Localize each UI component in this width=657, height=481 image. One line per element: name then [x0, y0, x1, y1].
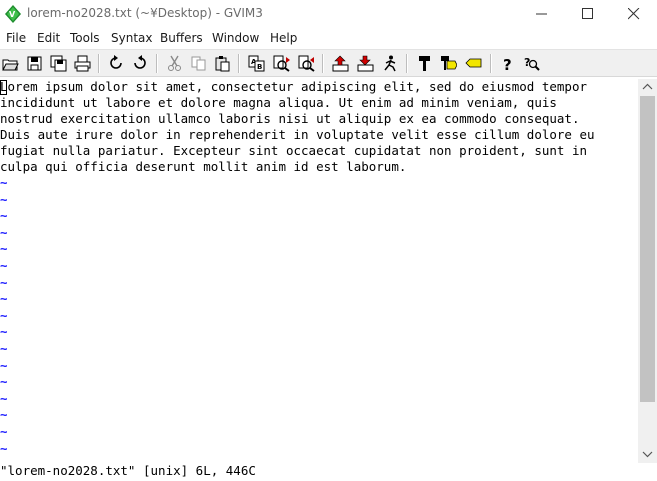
empty-line-marker: ~ — [0, 208, 8, 224]
redo-icon — [134, 55, 146, 69]
minimize-button[interactable] — [519, 0, 565, 28]
menu-bar: File Edit Tools Syntax Buffers Window He… — [0, 28, 657, 49]
empty-line-marker: ~ — [0, 258, 8, 273]
jump-tag-button[interactable] — [463, 53, 484, 74]
run-script-button[interactable] — [380, 53, 401, 74]
copy-icon — [191, 56, 206, 71]
toolbar: A B ? ? — [0, 49, 657, 77]
empty-line-marker: ~ — [0, 274, 8, 290]
svg-text:V: V — [9, 10, 16, 19]
window-title: lorem-no2028.txt (~¥Desktop) - GVIM3 — [27, 6, 263, 20]
jump-tag-icon — [465, 58, 482, 68]
empty-line-marker: ~ — [0, 241, 8, 257]
paste-icon — [215, 56, 230, 72]
empty-line-marker: ~ — [0, 191, 8, 207]
empty-line-marker: ~ — [0, 440, 8, 456]
text-line: Duis aute irure dolor in reprehenderit i… — [0, 127, 595, 142]
run-script-icon — [384, 55, 396, 72]
find-help-button[interactable]: ? — [521, 53, 542, 74]
paste-button[interactable] — [212, 53, 233, 74]
menu-help[interactable]: Help — [270, 31, 297, 45]
save-icon — [27, 56, 42, 71]
empty-line-marker: ~ — [0, 291, 8, 307]
empty-line-marker: ~ — [0, 224, 8, 240]
maximize-button[interactable] — [565, 0, 611, 28]
make-icon — [419, 56, 430, 71]
title-bar: V lorem-no2028.txt (~¥Desktop) - GVIM3 — [0, 0, 657, 28]
find-help-icon: ? — [524, 56, 540, 71]
build-tags-icon — [441, 56, 457, 70]
chevron-up-icon — [642, 83, 653, 90]
gvim-app-icon[interactable]: V — [5, 5, 21, 23]
editor-text-area[interactable]: Lorem ipsum dolor sit amet, consectetur … — [0, 79, 638, 462]
find-next-icon — [273, 55, 290, 72]
scroll-down-button[interactable] — [638, 446, 657, 463]
cut-icon — [168, 55, 181, 71]
scroll-thumb[interactable] — [640, 96, 655, 402]
menu-tools[interactable]: Tools — [70, 31, 100, 45]
chevron-down-icon — [642, 451, 653, 458]
make-button[interactable] — [414, 53, 435, 74]
empty-line-marker: ~ — [0, 357, 8, 373]
status-message: "lorem-no2028.txt" [unix] 6L, 446C — [0, 463, 256, 478]
replace-icon: A B — [248, 55, 265, 72]
undo-icon — [110, 55, 122, 69]
help-icon: ? — [503, 56, 512, 72]
svg-text:B: B — [257, 63, 262, 71]
menu-edit[interactable]: Edit — [37, 31, 60, 45]
menu-buffers[interactable]: Buffers — [160, 31, 203, 45]
find-prev-icon — [298, 55, 315, 72]
text-line: Lorem ipsum dolor sit amet, consectetur … — [0, 79, 587, 94]
empty-line-marker: ~ — [0, 175, 8, 190]
empty-line-marker: ~ — [0, 424, 8, 439]
text-line: incididunt ut labore et dolore magna ali… — [0, 95, 557, 110]
menu-file[interactable]: File — [6, 31, 26, 45]
undo-button[interactable] — [106, 53, 127, 74]
scroll-up-button[interactable] — [638, 79, 657, 96]
command-line[interactable]: "lorem-no2028.txt" [unix] 6L, 446C — [0, 463, 657, 481]
text-line: culpa qui officia deserunt mollit anim i… — [0, 159, 407, 174]
menu-window[interactable]: Window — [212, 31, 259, 45]
empty-line-marker: ~ — [0, 307, 8, 323]
find-prev-button[interactable] — [296, 53, 317, 74]
text-line: nostrud exercitation ullamco laboris nis… — [0, 111, 580, 126]
open-icon — [2, 59, 19, 71]
close-button[interactable] — [611, 0, 657, 28]
load-session-button[interactable] — [330, 53, 351, 74]
save-all-icon — [50, 55, 67, 72]
empty-line-marker: ~ — [0, 407, 8, 423]
empty-line-marker: ~ — [0, 374, 8, 390]
vertical-scrollbar[interactable] — [638, 79, 657, 464]
help-button[interactable]: ? — [497, 53, 518, 74]
copy-button[interactable] — [188, 53, 209, 74]
maximize-icon — [582, 8, 593, 19]
empty-line-marker: ~ — [0, 390, 8, 406]
find-next-button[interactable] — [271, 53, 292, 74]
redo-button[interactable] — [130, 53, 151, 74]
save-session-button[interactable] — [355, 53, 376, 74]
empty-line-marker: ~ — [0, 341, 8, 356]
close-icon — [628, 8, 640, 20]
empty-line-marker: ~ — [0, 324, 8, 340]
open-button[interactable] — [0, 53, 21, 74]
minimize-icon — [536, 13, 547, 15]
save-session-icon — [357, 55, 374, 72]
text-cursor — [0, 80, 7, 95]
print-icon — [74, 55, 91, 72]
cut-button[interactable] — [164, 53, 185, 74]
replace-button[interactable]: A B — [246, 53, 267, 74]
svg-text:?: ? — [503, 56, 512, 72]
menu-syntax[interactable]: Syntax — [111, 31, 152, 45]
save-button[interactable] — [24, 53, 45, 74]
build-tags-button[interactable] — [438, 53, 459, 74]
text-line: fugiat nulla pariatur. Excepteur sint oc… — [0, 143, 587, 158]
save-all-button[interactable] — [48, 53, 69, 74]
load-session-icon — [332, 55, 349, 72]
print-button[interactable] — [72, 53, 93, 74]
